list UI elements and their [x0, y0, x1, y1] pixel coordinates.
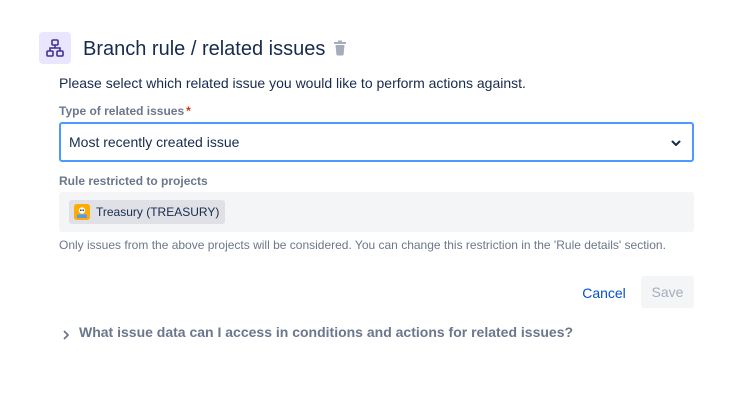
- project-tag[interactable]: Treasury (TREASURY): [69, 200, 226, 224]
- project-avatar-icon: [74, 204, 90, 220]
- trash-icon[interactable]: [333, 40, 347, 56]
- chevron-right-icon: [61, 327, 71, 340]
- save-button[interactable]: Save: [641, 276, 694, 308]
- projects-field[interactable]: Treasury (TREASURY): [59, 192, 694, 232]
- expander-label: What issue data can I access in conditio…: [79, 324, 574, 340]
- related-type-label: Type of related issues *: [59, 103, 191, 119]
- projects-helper-text: Only issues from the above projects will…: [59, 238, 666, 252]
- related-type-select[interactable]: Most recently created issue: [59, 122, 694, 162]
- required-marker: *: [186, 104, 191, 118]
- branch-rule-panel: Branch rule / related issues Please sele…: [0, 0, 756, 398]
- projects-label: Rule restricted to projects: [59, 174, 208, 188]
- page-title: Branch rule / related issues: [83, 38, 326, 60]
- related-issues-help-expander[interactable]: What issue data can I access in conditio…: [59, 323, 573, 341]
- chevron-down-icon: [670, 136, 682, 148]
- branch-icon: [39, 32, 71, 64]
- related-type-label-text: Type of related issues: [59, 104, 185, 118]
- description-text: Please select which related issue you wo…: [59, 75, 526, 91]
- project-name: Treasury (TREASURY): [96, 205, 220, 219]
- related-type-selected-value: Most recently created issue: [69, 134, 240, 150]
- cancel-button[interactable]: Cancel: [573, 277, 635, 309]
